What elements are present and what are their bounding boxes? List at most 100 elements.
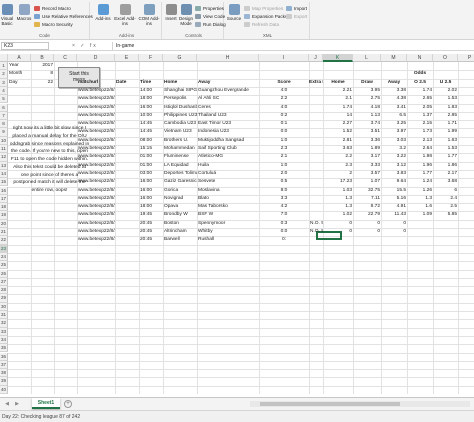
row-header-27[interactable]: 27 [0,277,8,287]
table-cell[interactable]: Vietnam U23 [163,128,197,136]
table-cell[interactable]: 0 [353,228,381,236]
table-header-6[interactable]: Extra Info [309,79,323,87]
table-cell[interactable]: 4:0 [259,87,309,95]
table-cell[interactable]: Thailand U23 [197,112,259,120]
table-cell[interactable]: Spennymoor [197,220,259,228]
row-header-6[interactable]: 6 [0,103,8,112]
run-dialog-button[interactable]: Run Dialog [195,21,226,28]
column-header-m[interactable]: M [381,54,407,62]
table-cell[interactable]: www.betexp22/8/2017 [77,220,115,228]
table-cell[interactable]: 1.02 [323,211,353,219]
table-header-10[interactable]: O 2.5 [407,79,433,87]
table-cell[interactable]: Muktijoddha Sangsad [197,137,259,145]
table-header-7[interactable]: Home [323,79,353,87]
insert-control-button[interactable]: Insert [164,4,178,21]
table-cell[interactable]: 3.12 [381,162,407,170]
row-header-24[interactable]: 24 [0,252,8,262]
table-cell[interactable]: 0 [381,228,407,236]
row-header-20[interactable]: 20 [0,219,8,228]
row-header-2[interactable]: 2 [0,70,8,79]
formula-input[interactable]: In-game [112,42,472,50]
table-cell[interactable]: Persepolis [163,95,197,103]
table-cell[interactable]: Boston [163,220,197,228]
view-code-button[interactable]: View Code [195,13,225,20]
table-cell[interactable]: 1.24 [407,178,433,186]
table-cell[interactable]: 1.07 [353,178,381,186]
table-cell[interactable]: 7.11 [353,195,381,203]
table-cell[interactable]: 1.09 [407,211,433,219]
table-cell[interactable]: www.betexp22/8/2017 [77,178,115,186]
table-cell[interactable]: Altrincham [163,228,197,236]
table-cell[interactable]: Huila [197,162,259,170]
table-cell[interactable]: 9.64 [381,178,407,186]
year-label[interactable]: Year [8,62,31,70]
table-cell[interactable]: Mohammedan [163,145,197,153]
table-cell[interactable]: 3.36 [353,137,381,145]
table-header-4[interactable]: Away [197,79,259,87]
table-cell[interactable]: 2.2 [323,153,353,161]
table-cell[interactable]: 16:00 [139,195,163,203]
table-cell[interactable]: 18:00 [139,203,163,211]
table-cell[interactable]: 1.96 [407,162,433,170]
table-cell[interactable]: 2.3 [323,162,353,170]
table-cell[interactable]: 6 [433,187,458,195]
table-cell[interactable]: Cortuluá [197,170,259,178]
visual-basic-button[interactable]: Visual Basic [0,4,14,26]
row-header-10[interactable]: 10 [0,136,8,145]
table-cell[interactable]: 1.3 [323,195,353,203]
table-cell[interactable]: 11.43 [381,211,407,219]
table-cell[interactable]: 2.27 [323,120,353,128]
row-header-8[interactable]: 8 [0,120,8,129]
table-cell[interactable]: 0 [353,220,381,228]
table-header-9[interactable]: Away [381,79,407,87]
table-cell[interactable]: BSF W [197,211,259,219]
column-header-l[interactable]: L [353,54,381,62]
table-cell[interactable]: 2.85 [433,112,458,120]
table-cell[interactable]: www.betexp22/8/2017 [77,236,115,244]
table-cell[interactable]: 2.02 [433,87,458,95]
table-cell[interactable]: 1:0 [259,137,309,145]
macro-security-button[interactable]: Macro Security [34,21,73,28]
com-addins-button[interactable]: COM Add-ins [138,4,160,26]
table-cell[interactable]: N.O. 90+' [309,220,323,228]
table-cell[interactable]: 3.22 [381,153,407,161]
table-header-11[interactable]: U 2.5 [433,79,458,87]
table-header-2[interactable]: Time [139,79,163,87]
name-box[interactable]: K23 [1,42,49,50]
table-cell[interactable]: 3.03 [381,137,407,145]
table-cell[interactable]: Istiqlol Dushanbe [163,104,197,112]
table-cell[interactable]: 1.77 [433,153,458,161]
table-cell[interactable]: 3.68 [433,178,458,186]
table-cell[interactable]: Ceres [197,104,259,112]
table-cell[interactable]: 8:0 [259,187,309,195]
prev-sheet-icon[interactable]: ◀ [4,401,10,408]
table-cell[interactable]: 2.64 [407,145,433,153]
table-cell[interactable]: Whitby [197,228,259,236]
column-header-c[interactable]: C [54,54,77,62]
table-cell[interactable]: 0 [381,220,407,228]
table-cell[interactable]: 10:00 [139,112,163,120]
design-mode-button[interactable]: Design Mode [178,4,194,26]
table-cell[interactable]: 2.81 [323,137,353,145]
table-cell[interactable]: 14:45 [139,128,163,136]
table-cell[interactable]: 14:00 [139,87,163,95]
row-header-1[interactable]: 1 [0,62,8,71]
table-cell[interactable]: 0:0 [259,128,309,136]
table-cell[interactable]: 5.16 [381,195,407,203]
source-button[interactable]: Source [226,4,242,21]
table-cell[interactable]: 1.13 [353,112,381,120]
row-header-38[interactable]: 38 [0,369,8,378]
table-cell[interactable]: 3.51 [353,128,381,136]
table-cell[interactable]: 2.1 [323,95,353,103]
table-cell[interactable]: N.O. 90+' [309,228,323,236]
row-header-13[interactable]: 13 [0,161,8,170]
table-cell[interactable]: 3.25 [381,120,407,128]
table-header-5[interactable]: Score [259,79,309,87]
map-properties-button[interactable]: Map Properties [244,5,283,12]
row-header-34[interactable]: 34 [0,335,8,345]
year-value[interactable]: 2017 [31,62,54,70]
row-header-37[interactable]: 37 [0,360,8,370]
table-cell[interactable]: 0 [323,228,353,236]
row-header-30[interactable]: 30 [0,302,8,311]
table-cell[interactable]: www.betexp22/8/2017 [77,195,115,203]
